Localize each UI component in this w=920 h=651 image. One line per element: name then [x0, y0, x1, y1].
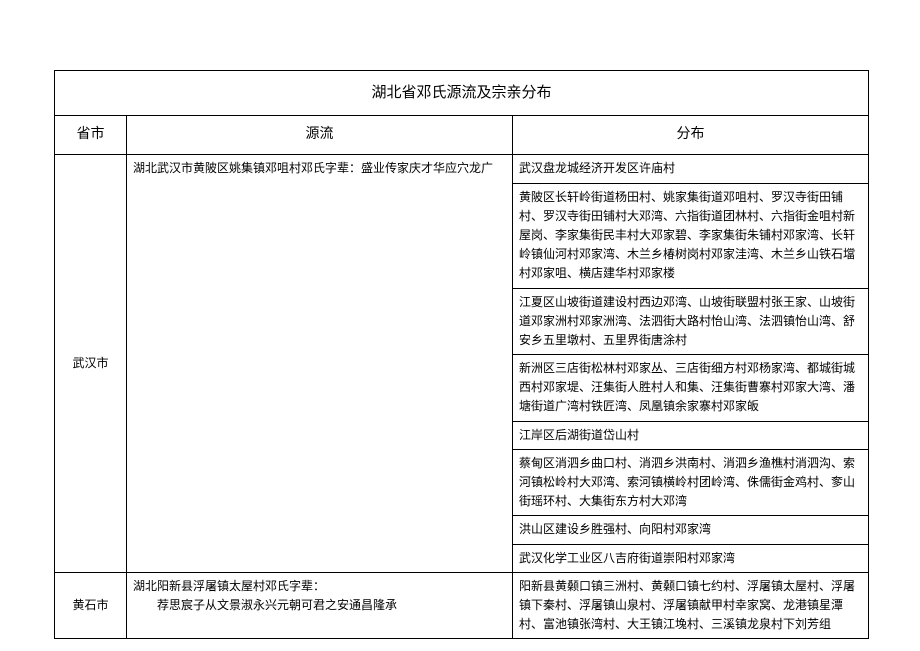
origin-line: 荐思宸子从文景淑永兴元朝可君之安通昌隆承 [133, 596, 397, 615]
title-row: 湖北省邓氏源流及宗亲分布 [55, 71, 869, 116]
table-row: 黄石市 湖北阳新县浮屠镇太屋村邓氏字辈： 荐思宸子从文景淑永兴元朝可君之安通昌隆… [55, 572, 869, 639]
distribution-cell: 阳新县黄颡口镇三洲村、黄颡口镇七约村、浮屠镇太屋村、浮屠镇下秦村、浮屠镇山泉村、… [513, 572, 869, 639]
header-province: 省市 [55, 116, 127, 155]
origin-cell: 湖北武汉市黄陂区姚集镇邓咀村邓氏字辈：盛业传家庆才华应穴龙广 [127, 155, 513, 572]
origin-cell: 湖北阳新县浮屠镇太屋村邓氏字辈： 荐思宸子从文景淑永兴元朝可君之安通昌隆承 [127, 572, 513, 639]
distribution-cell: 蔡甸区消泗乡曲口村、消泗乡洪南村、消泗乡渔樵村消泗沟、索河镇松岭村大邓湾、索河镇… [513, 449, 869, 516]
province-cell: 黄石市 [55, 572, 127, 639]
header-row: 省市 源流 分布 [55, 116, 869, 155]
table-title: 湖北省邓氏源流及宗亲分布 [55, 71, 869, 116]
genealogy-table: 湖北省邓氏源流及宗亲分布 省市 源流 分布 武汉市 湖北武汉市黄陂区姚集镇邓咀村… [54, 70, 869, 639]
distribution-cell: 武汉化学工业区八吉府街道崇阳村邓家湾 [513, 544, 869, 572]
header-origin: 源流 [127, 116, 513, 155]
distribution-cell: 新洲区三店街松林村邓家丛、三店街细方村邓杨家湾、都城街城西村邓家堤、汪集街人胜村… [513, 355, 869, 422]
distribution-cell: 洪山区建设乡胜强村、向阳村邓家湾 [513, 516, 869, 544]
province-cell: 武汉市 [55, 155, 127, 572]
header-distribution: 分布 [513, 116, 869, 155]
distribution-cell: 黄陂区长轩岭街道杨田村、姚家集街道邓咀村、罗汉寺街田铺村、罗汉寺街田铺村大邓湾、… [513, 183, 869, 288]
origin-line: 湖北阳新县浮屠镇太屋村邓氏字辈： [133, 579, 325, 593]
table-row: 武汉市 湖北武汉市黄陂区姚集镇邓咀村邓氏字辈：盛业传家庆才华应穴龙广 武汉盘龙城… [55, 155, 869, 183]
distribution-cell: 武汉盘龙城经济开发区许庙村 [513, 155, 869, 183]
distribution-cell: 江岸区后湖街道岱山村 [513, 421, 869, 449]
distribution-cell: 江夏区山坡街道建设村西边邓湾、山坡街联盟村张王家、山坡街道邓家洲村邓家洲湾、法泗… [513, 288, 869, 355]
